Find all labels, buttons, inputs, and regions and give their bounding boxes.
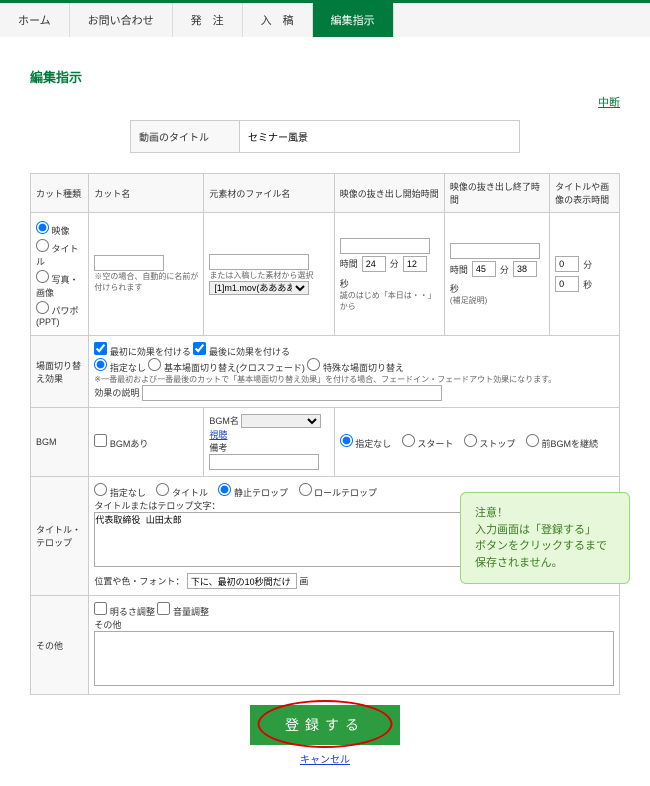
th-cuttype: カット種類	[31, 174, 89, 213]
end-field[interactable]	[450, 243, 540, 259]
th-disp: タイトルや画像の表示時間	[550, 174, 620, 213]
th-end: 映像の抜き出し終了時間	[444, 174, 549, 213]
filename-input[interactable]	[209, 254, 309, 270]
cutname-input[interactable]	[94, 255, 164, 271]
end-m[interactable]	[513, 261, 537, 277]
title-r3[interactable]: 静止テロップ	[218, 483, 288, 499]
submit-button[interactable]: 登録する	[250, 705, 400, 745]
bgm-r4[interactable]: 前BGMを継続	[526, 434, 598, 450]
abort-link[interactable]: 中断	[598, 97, 620, 109]
other-sub-label: その他	[94, 620, 121, 630]
tab-contact[interactable]: お問い合わせ	[70, 3, 173, 37]
scene-r3[interactable]: 特殊な場面切り替え	[307, 363, 404, 373]
unit-byou: 秒	[340, 277, 349, 290]
bgm-r3[interactable]: ストップ	[464, 434, 516, 450]
bgm-r1[interactable]: 指定なし	[340, 434, 392, 450]
start-m[interactable]	[403, 256, 427, 272]
bgm-r2[interactable]: スタート	[402, 434, 454, 450]
unit-fun: 分	[390, 257, 399, 270]
start-desc: 誠のはじめ「本日は・・」から	[340, 290, 439, 312]
video-title-label: 動画のタイトル	[130, 120, 240, 153]
bgm-chk[interactable]: BGMあり	[94, 439, 148, 449]
title-pos-label: 位置や色・フォント：	[94, 577, 184, 587]
bgm-audition[interactable]: 視聴	[209, 430, 227, 440]
start-field[interactable]	[340, 238, 430, 254]
scene-desc-input[interactable]	[142, 385, 442, 401]
title-r1[interactable]: 指定なし	[94, 483, 146, 499]
scene-label: 場面切り替え効果	[31, 336, 89, 408]
edit-table: カット種類 カット名 元素材のファイル名 映像の抜き出し開始時間 映像の抜き出し…	[30, 173, 620, 695]
top-nav: ホーム お問い合わせ 発 注 入 稿 編集指示	[0, 0, 650, 37]
cuttype-title[interactable]: タイトル	[36, 239, 83, 268]
title-r4[interactable]: ロールテロップ	[299, 483, 378, 499]
file-note: または入稿した素材から選択	[209, 270, 328, 281]
tab-order[interactable]: 発 注	[173, 3, 243, 37]
cancel-link[interactable]: キャンセル	[30, 751, 620, 766]
disp-m[interactable]	[555, 256, 579, 272]
title-img-label: 画	[299, 577, 308, 587]
file-select[interactable]: [1]m1.mov(ああああ)	[209, 281, 309, 295]
tab-home[interactable]: ホーム	[0, 3, 70, 37]
scene-r1[interactable]: 指定なし	[94, 363, 146, 373]
page-title: 編集指示	[30, 67, 620, 86]
other-chk1[interactable]: 明るさ調整	[94, 607, 155, 617]
start-h[interactable]	[362, 256, 386, 272]
cuttype-video[interactable]: 映像	[36, 221, 83, 237]
scene-note: ※一番最初および一番最後のカットで「基本場面切り替え効果」を付ける場合、フェード…	[94, 375, 556, 384]
other-label: その他	[31, 596, 89, 695]
bgm-memo-input[interactable]	[209, 454, 319, 470]
bgm-label: BGM	[31, 408, 89, 477]
tab-submit[interactable]: 入 稿	[243, 3, 313, 37]
end-desc: (補足説明)	[450, 295, 544, 306]
bgm-select[interactable]	[241, 414, 321, 428]
other-input[interactable]	[94, 631, 614, 686]
warning-tooltip: 注意！ 入力画面は「登録する」 ボタンをクリックするまで 保存されません。	[460, 492, 630, 584]
th-cutname: カット名	[89, 174, 204, 213]
video-title-value: セミナー風景	[240, 120, 520, 153]
scene-r2[interactable]: 基本場面切り替え(クロスフェード)	[148, 363, 305, 373]
bgm-memo-label: 備考	[209, 443, 227, 453]
unit-jikan: 時間	[340, 257, 358, 270]
scene-desc-label: 効果の説明	[94, 388, 139, 398]
cutname-note: ※空の場合、自動的に名前が付けられます	[94, 271, 198, 293]
bgm-name-label: BGM名	[209, 416, 239, 426]
cuttype-photo[interactable]: 写真・画像	[36, 270, 83, 299]
scene-chk2[interactable]: 最後に効果を付ける	[193, 347, 290, 357]
th-start: 映像の抜き出し開始時間	[334, 174, 444, 213]
end-h[interactable]	[472, 261, 496, 277]
cuttype-ppt[interactable]: パワポ(PPT)	[36, 301, 83, 327]
title-label: タイトル・テロップ	[31, 477, 89, 596]
other-chk2[interactable]: 音量調整	[157, 607, 209, 617]
th-filename: 元素材のファイル名	[204, 174, 334, 213]
scene-chk1[interactable]: 最初に効果を付ける	[94, 347, 191, 357]
title-pos-input[interactable]	[187, 573, 297, 589]
disp-s[interactable]	[555, 276, 579, 292]
tab-edit[interactable]: 編集指示	[313, 3, 394, 37]
title-r2[interactable]: タイトル	[156, 483, 208, 499]
